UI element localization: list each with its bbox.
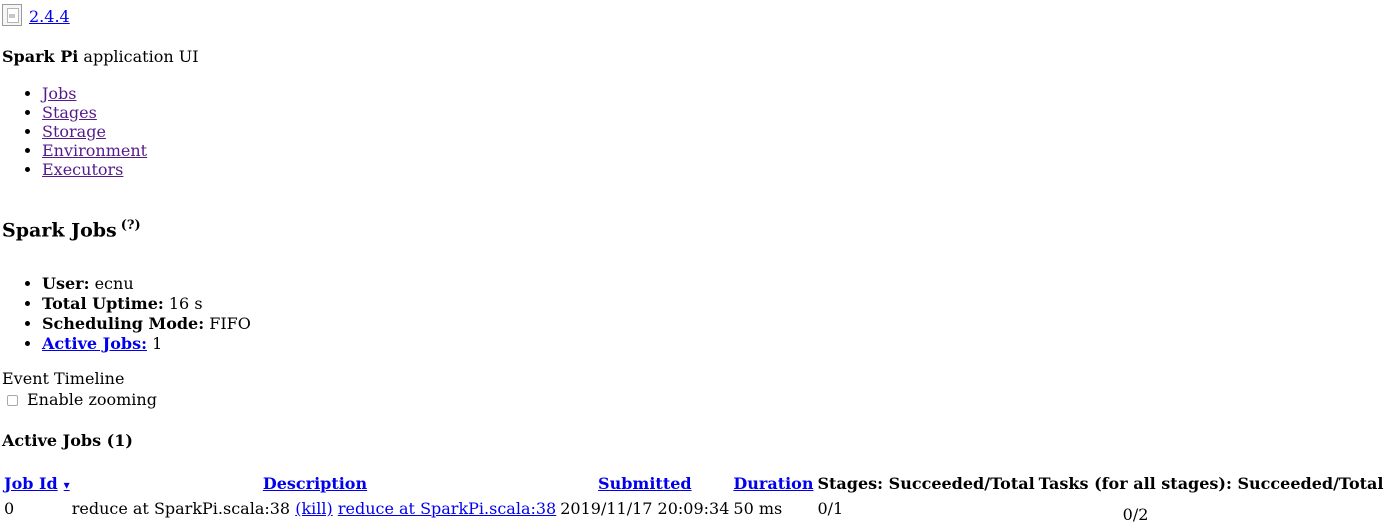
app-name: Spark Pi [2, 47, 79, 66]
enable-zooming-label: Enable zooming [27, 390, 157, 409]
nav-link-stages[interactable]: Stages [42, 103, 97, 122]
page-title: Spark Jobs (?) [2, 213, 141, 243]
table-header-row: Job Id ▾ Description Submitted Duration S… [2, 472, 1385, 497]
job-description-link[interactable]: reduce at SparkPi.scala:38 [338, 499, 556, 518]
column-stages: Stages: Succeeded/Total [817, 474, 1035, 493]
active-jobs-heading[interactable]: Active Jobs (1) [2, 431, 133, 451]
app-title: Spark Pi application UI [2, 48, 199, 66]
active-jobs-label: Active Jobs: [42, 334, 148, 353]
nav-item-storage: Storage [42, 122, 147, 141]
zoom-row: Enable zooming [7, 391, 157, 409]
cell-submitted: 2019/11/17 20:09:34 [560, 499, 730, 518]
active-jobs-table: Job Id ▾ Description Submitted Duration S… [2, 472, 1385, 527]
sort-submitted-link[interactable]: Submitted [598, 474, 692, 493]
nav-menu: Jobs Stages Storage Environment Executor… [0, 84, 147, 179]
nav-link-jobs[interactable]: Jobs [42, 84, 77, 103]
nav-item-executors: Executors [42, 160, 147, 179]
column-duration[interactable]: Duration [731, 472, 815, 497]
cell-description: reduce at SparkPi.scala:38 (kill) reduce… [72, 497, 559, 527]
brand: 2.4.4 [2, 4, 70, 26]
nav-item-jobs: Jobs [42, 84, 147, 103]
table-row: 0 reduce at SparkPi.scala:38 (kill) redu… [2, 497, 1385, 527]
summary-scheduling: Scheduling Mode: FIFO [42, 314, 251, 334]
scheduling-value: FIFO [209, 314, 251, 333]
cell-tasks-progress: 0/2 [1122, 505, 1149, 524]
cell-stages-progress: 0/1 [817, 499, 844, 518]
active-jobs-link[interactable]: Active Jobs: [42, 334, 147, 353]
scheduling-label: Scheduling Mode: [42, 314, 205, 333]
column-description[interactable]: Description [72, 472, 559, 497]
spark-logo-icon[interactable] [2, 4, 22, 26]
summary-active-jobs: Active Jobs: 1 [42, 334, 251, 354]
kill-job-link[interactable]: (kill) [295, 499, 333, 518]
app-title-suffix: application UI [83, 47, 199, 66]
summary-uptime: Total Uptime: 16 s [42, 294, 251, 314]
summary-list: User: ecnu Total Uptime: 16 s Scheduling… [0, 274, 251, 354]
uptime-value: 16 s [168, 294, 203, 313]
description-text: reduce at SparkPi.scala:38 [71, 499, 291, 518]
event-timeline-toggle[interactable]: Event Timeline [2, 370, 124, 388]
sort-duration-link[interactable]: Duration [733, 474, 813, 493]
active-jobs-count: 1 [152, 334, 163, 353]
nav-link-storage[interactable]: Storage [42, 122, 106, 141]
sort-description-link[interactable]: Description [263, 474, 367, 493]
sort-desc-icon: ▾ [63, 478, 70, 492]
nav-link-environment[interactable]: Environment [42, 141, 147, 160]
page-title-text: Spark Jobs [2, 219, 117, 242]
column-tasks: Tasks (for all stages): Succeeded/Total [1038, 474, 1384, 493]
nav-link-executors[interactable]: Executors [42, 160, 123, 179]
cell-duration: 50 ms [733, 499, 783, 518]
user-value: ecnu [94, 274, 134, 293]
user-label: User: [42, 274, 90, 293]
uptime-label: Total Uptime: [42, 294, 164, 313]
job-id-header-label: Job Id [4, 474, 58, 493]
spark-version-link[interactable]: 2.4.4 [29, 8, 70, 26]
enable-zooming-checkbox[interactable] [7, 394, 18, 406]
cell-job-id: 0 [4, 499, 15, 518]
column-submitted[interactable]: Submitted [558, 472, 731, 497]
nav-item-environment: Environment [42, 141, 147, 160]
summary-user: User: ecnu [42, 274, 251, 294]
column-job-id[interactable]: Job Id ▾ [2, 472, 72, 497]
sort-job-id-link[interactable]: Job Id ▾ [4, 474, 70, 493]
help-tooltip[interactable]: (?) [121, 218, 141, 233]
nav-item-stages: Stages [42, 103, 147, 122]
